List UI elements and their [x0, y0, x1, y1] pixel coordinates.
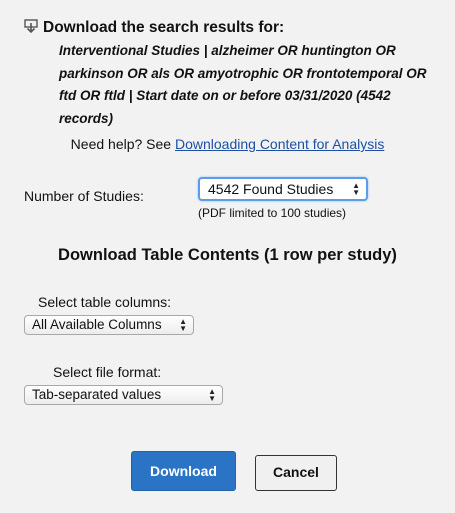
help-prefix: Need help? See	[70, 136, 175, 152]
file-format-label: Select file format:	[53, 364, 162, 380]
download-button[interactable]: Download	[131, 451, 236, 491]
section-title: Download Table Contents (1 row per study…	[58, 246, 397, 264]
cancel-button[interactable]: Cancel	[255, 455, 337, 491]
file-format-select[interactable]: Tab-separated values ▲ ▼	[24, 385, 223, 405]
number-of-studies-label: Number of Studies:	[24, 188, 144, 204]
table-columns-label: Select table columns:	[38, 294, 172, 310]
query-line: records)	[59, 110, 114, 126]
number-of-studies-value: 4542 Found Studies	[208, 181, 334, 197]
file-format-value: Tab-separated values	[32, 387, 162, 402]
pdf-limit-note: (PDF limited to 100 studies)	[198, 206, 347, 220]
search-query-description: Interventional Studies | alzheimer OR hu…	[59, 40, 449, 130]
page-title: Download the search results for:	[43, 19, 285, 36]
number-of-studies-select[interactable]: 4542 Found Studies ▲ ▼	[198, 177, 368, 201]
table-columns-select[interactable]: All Available Columns ▲ ▼	[24, 315, 194, 335]
up-down-arrows-icon: ▲ ▼	[208, 387, 216, 403]
help-text: Need help? See Downloading Content for A…	[0, 135, 455, 153]
query-line: ftd OR ftld | Start date on or before 03…	[59, 88, 391, 103]
table-columns-value: All Available Columns	[32, 317, 162, 332]
download-heading-row: Download the search results for:	[24, 18, 284, 38]
help-link[interactable]: Downloading Content for Analysis	[175, 136, 384, 152]
query-line: Interventional Studies | alzheimer OR hu…	[59, 43, 396, 58]
up-down-arrows-icon: ▲ ▼	[179, 317, 187, 333]
download-icon	[24, 19, 38, 34]
up-down-arrows-icon: ▲ ▼	[352, 181, 360, 197]
query-line: parkinson OR als OR amyotrophic OR front…	[59, 65, 427, 81]
